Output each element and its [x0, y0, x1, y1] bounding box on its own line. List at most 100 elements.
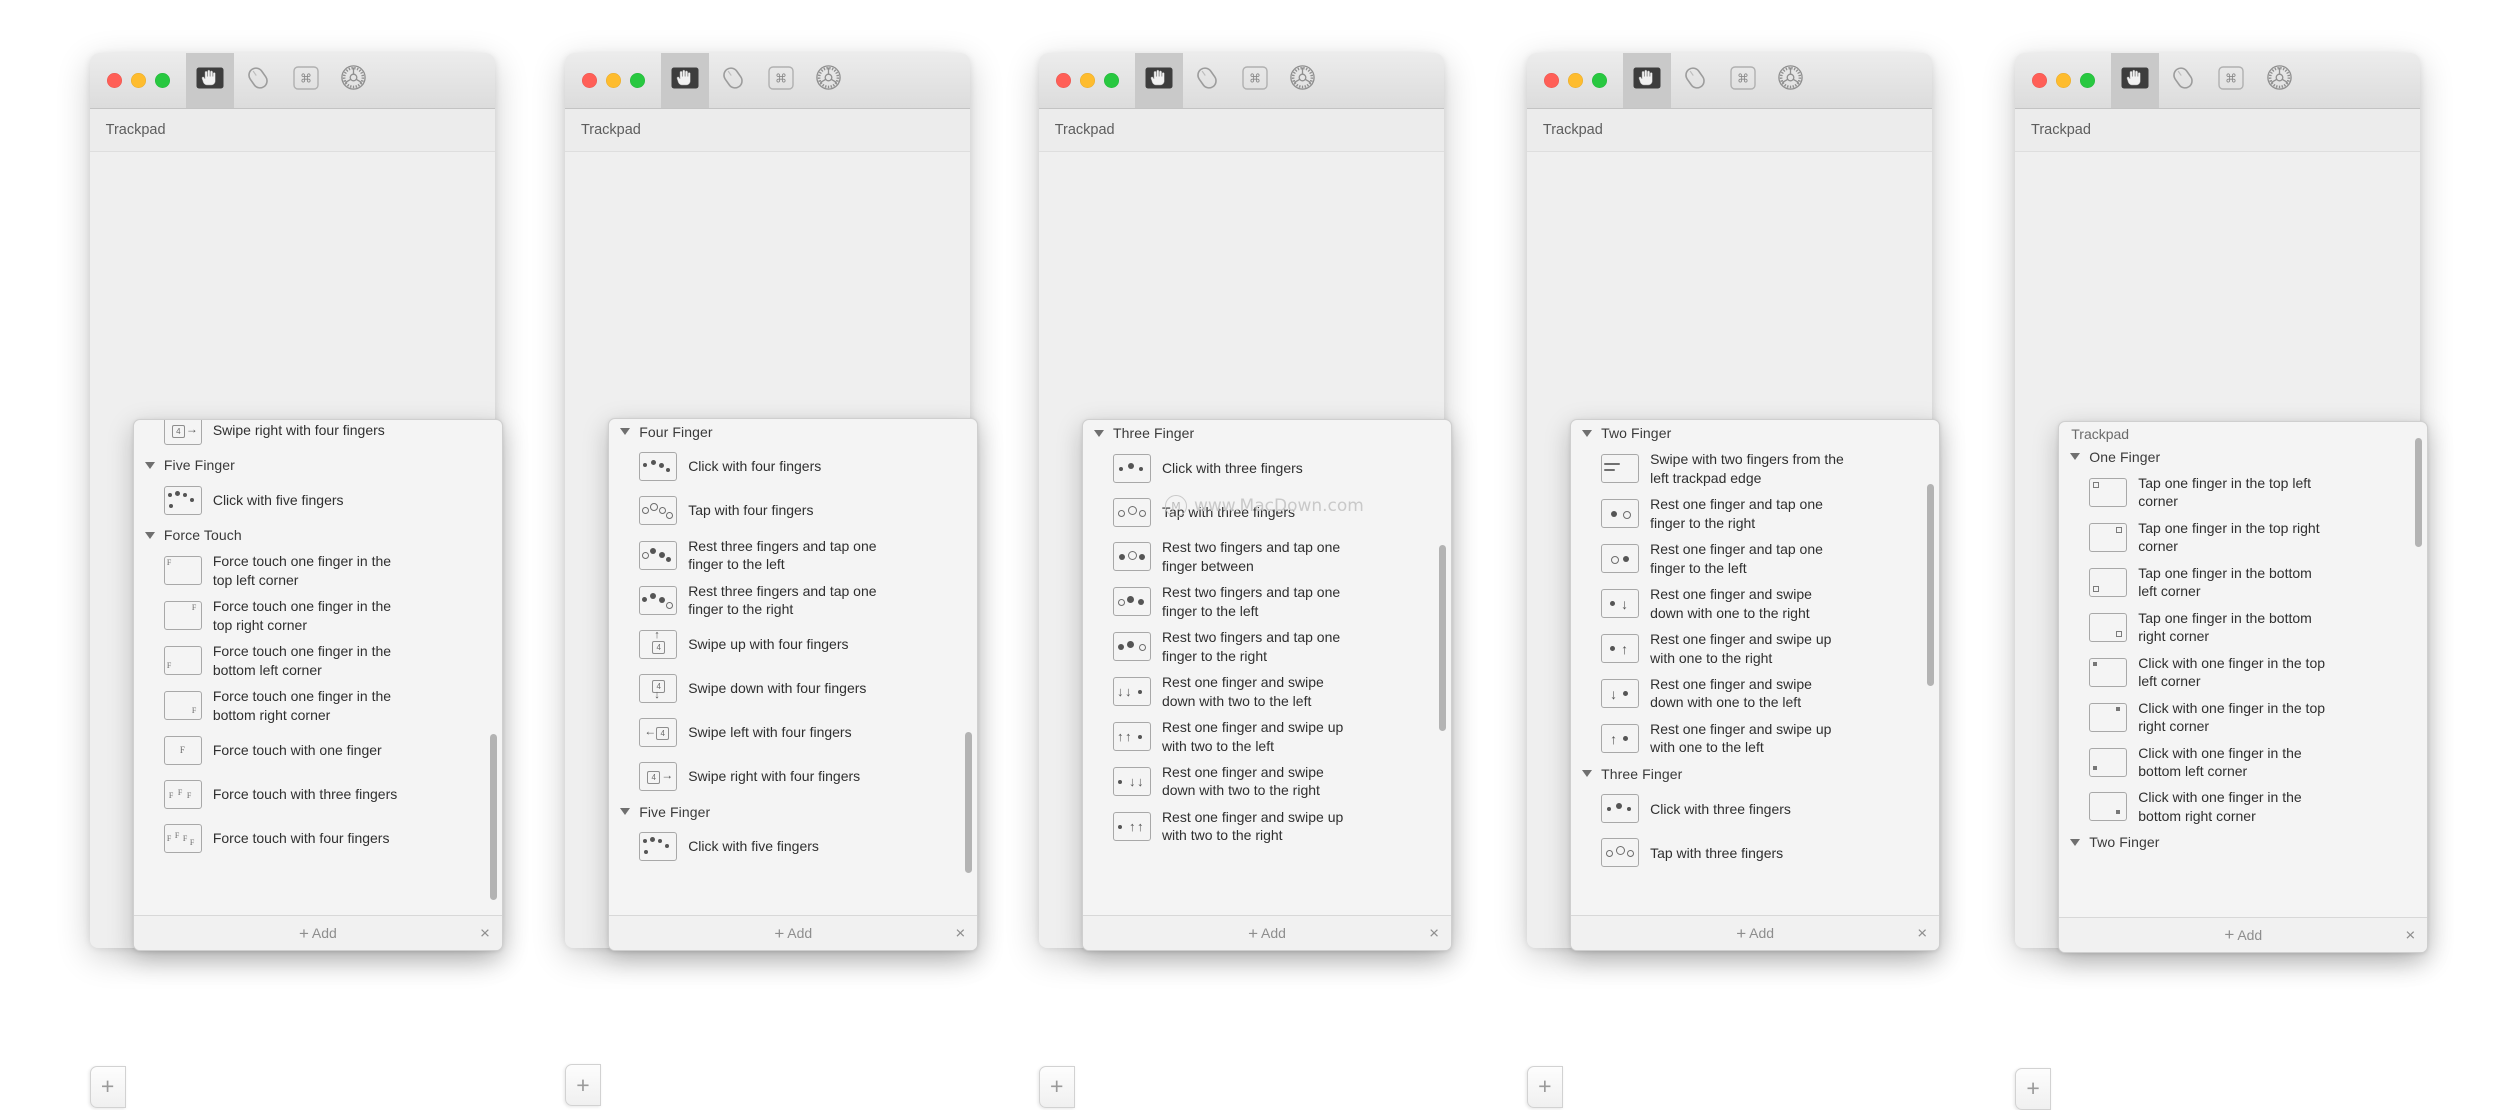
- disclosure-triangle-icon[interactable]: [1093, 429, 1104, 437]
- titlebar[interactable]: ⌘: [1038, 52, 1444, 109]
- gesture-list-item[interactable]: ↓ Rest one finger and swipe down with one…: [1571, 581, 1939, 626]
- gesture-list-item[interactable]: Tap one finger in the top right corner: [2059, 515, 2427, 560]
- gesture-list[interactable]: 4 → Swipe right with four fingers Five Fing…: [134, 420, 502, 915]
- disclosure-triangle-icon[interactable]: [1582, 770, 1593, 778]
- gesture-list-item[interactable]: Click with four fingers: [609, 445, 977, 489]
- gesture-list-scrollbar[interactable]: [1439, 545, 1447, 731]
- disclosure-triangle-icon[interactable]: [620, 808, 631, 816]
- gesture-group-header[interactable]: Two Finger: [1571, 420, 1939, 446]
- minimize-button[interactable]: [605, 72, 621, 88]
- gesture-list-item[interactable]: F Force touch with one finger: [134, 728, 502, 772]
- gesture-list-item[interactable]: F F F F Force touch with four fingers: [134, 816, 502, 860]
- gesture-group-header[interactable]: One Finger: [2059, 444, 2427, 470]
- gesture-list-item[interactable]: Rest two fingers and tap one finger betw…: [1083, 534, 1451, 579]
- gesture-list[interactable]: Three Finger Click with three fingers Tap …: [1083, 420, 1451, 915]
- gesture-list-item[interactable]: F Force touch one finger in the bottom ri…: [134, 683, 502, 728]
- gesture-list-item[interactable]: Rest two fingers and tap one finger to t…: [1083, 579, 1451, 624]
- gesture-list-item[interactable]: F Force touch one finger in the bottom le…: [134, 638, 502, 683]
- toolbar-button-keyboard-command[interactable]: ⌘: [1719, 53, 1767, 108]
- add-gesture-button[interactable]: +: [1526, 1065, 1563, 1108]
- gesture-list-item[interactable]: ↑ ↑ Rest one finger and swipe up with two …: [1083, 714, 1451, 759]
- toolbar-button-trackpad-hand[interactable]: [660, 52, 709, 108]
- disclosure-triangle-icon[interactable]: [144, 531, 155, 539]
- gesture-list-item[interactable]: ↑ Rest one finger and swipe up with one t…: [1571, 716, 1939, 761]
- gesture-list-item[interactable]: Click with three fingers: [1571, 787, 1939, 831]
- close-button[interactable]: [581, 72, 597, 88]
- toolbar-button-trackpad-hand[interactable]: [1622, 52, 1671, 108]
- gesture-list-item[interactable]: Tap one finger in the bottom left corner: [2059, 560, 2427, 605]
- toolbar-button-mouse[interactable]: [1183, 53, 1231, 108]
- toolbar-button-gear-wheel[interactable]: [330, 53, 378, 108]
- toolbar-button-gear-wheel[interactable]: [1279, 53, 1327, 108]
- gesture-list-item[interactable]: ↓ ↓ Rest one finger and swipe down with tw…: [1083, 669, 1451, 714]
- gesture-list-item[interactable]: Click with one finger in the bottom left…: [2059, 740, 2427, 785]
- zoom-button[interactable]: [1591, 72, 1607, 88]
- gesture-list-item[interactable]: ↑ ↑ Rest one finger and swipe up with two …: [1083, 804, 1451, 849]
- gesture-list-item[interactable]: Click with one finger in the bottom righ…: [2059, 784, 2427, 829]
- toolbar-button-mouse[interactable]: [234, 53, 282, 108]
- gesture-list-item[interactable]: ↓ Rest one finger and swipe down with one…: [1571, 671, 1939, 716]
- gesture-list-item[interactable]: Click with one finger in the top left co…: [2059, 650, 2427, 695]
- gesture-list-item[interactable]: 4 ↓ Swipe down with four fingers: [609, 667, 977, 711]
- toolbar-button-trackpad-hand[interactable]: [185, 52, 234, 108]
- close-button[interactable]: [1543, 72, 1559, 88]
- gesture-list-item[interactable]: Tap with three fingers: [1083, 490, 1451, 534]
- gesture-list-item[interactable]: Rest two fingers and tap one finger to t…: [1083, 624, 1451, 669]
- add-gesture-button[interactable]: +: [2015, 1067, 2052, 1110]
- toolbar-button-gear-wheel[interactable]: [2255, 53, 2303, 108]
- zoom-button[interactable]: [2080, 72, 2096, 88]
- close-icon[interactable]: ×: [1429, 925, 1439, 942]
- add-button[interactable]: + Add: [2224, 926, 2262, 943]
- gesture-list-item[interactable]: 4 → Swipe right with four fingers: [609, 755, 977, 799]
- gesture-list-scrollbar[interactable]: [489, 733, 497, 901]
- minimize-button[interactable]: [1567, 72, 1583, 88]
- gesture-group-header[interactable]: Three Finger: [1083, 420, 1451, 446]
- add-button[interactable]: + Add: [774, 925, 812, 942]
- gesture-list-item[interactable]: F Force touch one finger in the top left …: [134, 548, 502, 593]
- toolbar-button-keyboard-command[interactable]: ⌘: [282, 53, 330, 108]
- toolbar-button-keyboard-command[interactable]: ⌘: [1231, 53, 1279, 108]
- gesture-list-item[interactable]: 4 ↑ Swipe up with four fingers: [609, 623, 977, 667]
- close-icon[interactable]: ×: [1917, 925, 1927, 942]
- disclosure-triangle-icon[interactable]: [2070, 838, 2081, 846]
- disclosure-triangle-icon[interactable]: [1582, 429, 1593, 437]
- close-icon[interactable]: ×: [2405, 926, 2415, 943]
- zoom-button[interactable]: [1103, 72, 1119, 88]
- add-button[interactable]: + Add: [1736, 925, 1774, 942]
- gesture-list-item[interactable]: Tap one finger in the bottom right corne…: [2059, 605, 2427, 650]
- zoom-button[interactable]: [154, 72, 170, 88]
- titlebar[interactable]: ⌘: [564, 52, 970, 109]
- gesture-group-header[interactable]: Force Touch: [134, 522, 502, 548]
- minimize-button[interactable]: [2056, 72, 2072, 88]
- gesture-list-scrollbar[interactable]: [965, 732, 973, 874]
- toolbar-button-trackpad-hand[interactable]: [2111, 52, 2160, 108]
- gesture-list-scrollbar[interactable]: [1927, 484, 1935, 686]
- minimize-button[interactable]: [130, 72, 146, 88]
- gesture-picker-popover[interactable]: Trackpad One Finger Tap one finger in the …: [2058, 420, 2429, 953]
- close-button[interactable]: [2032, 72, 2048, 88]
- add-button[interactable]: + Add: [299, 925, 337, 942]
- toolbar-button-gear-wheel[interactable]: [1767, 53, 1815, 108]
- close-icon[interactable]: ×: [955, 925, 965, 942]
- gesture-list-item[interactable]: ↓ ↓ Rest one finger and swipe down with tw…: [1083, 759, 1451, 804]
- gesture-list-item[interactable]: Tap with three fingers: [1571, 831, 1939, 875]
- gesture-list-item[interactable]: Tap one finger in the top left corner: [2059, 470, 2427, 515]
- disclosure-triangle-icon[interactable]: [144, 461, 155, 469]
- gesture-list-item[interactable]: Tap with four fingers: [609, 489, 977, 533]
- toolbar-button-mouse[interactable]: [2159, 53, 2207, 108]
- toolbar-button-mouse[interactable]: [709, 53, 757, 108]
- minimize-button[interactable]: [1079, 72, 1095, 88]
- gesture-list[interactable]: Four Finger Click with four fingers Tap wi…: [609, 419, 977, 915]
- gesture-list-item[interactable]: 4 → Swipe right with four fingers: [134, 420, 502, 452]
- gesture-picker-popover[interactable]: Two Finger Swipe with two fingers from th…: [1570, 419, 1941, 952]
- zoom-button[interactable]: [629, 72, 645, 88]
- gesture-list[interactable]: Two Finger Swipe with two fingers from th…: [1571, 420, 1939, 915]
- close-button[interactable]: [1055, 72, 1071, 88]
- gesture-list-item[interactable]: Rest one finger and tap one finger to th…: [1571, 491, 1939, 536]
- gesture-list-item[interactable]: Rest one finger and tap one finger to th…: [1571, 536, 1939, 581]
- disclosure-triangle-icon[interactable]: [620, 428, 631, 436]
- gesture-list-item[interactable]: F Force touch one finger in the top right…: [134, 593, 502, 638]
- gesture-group-header[interactable]: Five Finger: [609, 799, 977, 825]
- gesture-list-scrollbar[interactable]: [2415, 437, 2423, 547]
- titlebar[interactable]: ⌘: [2015, 52, 2420, 109]
